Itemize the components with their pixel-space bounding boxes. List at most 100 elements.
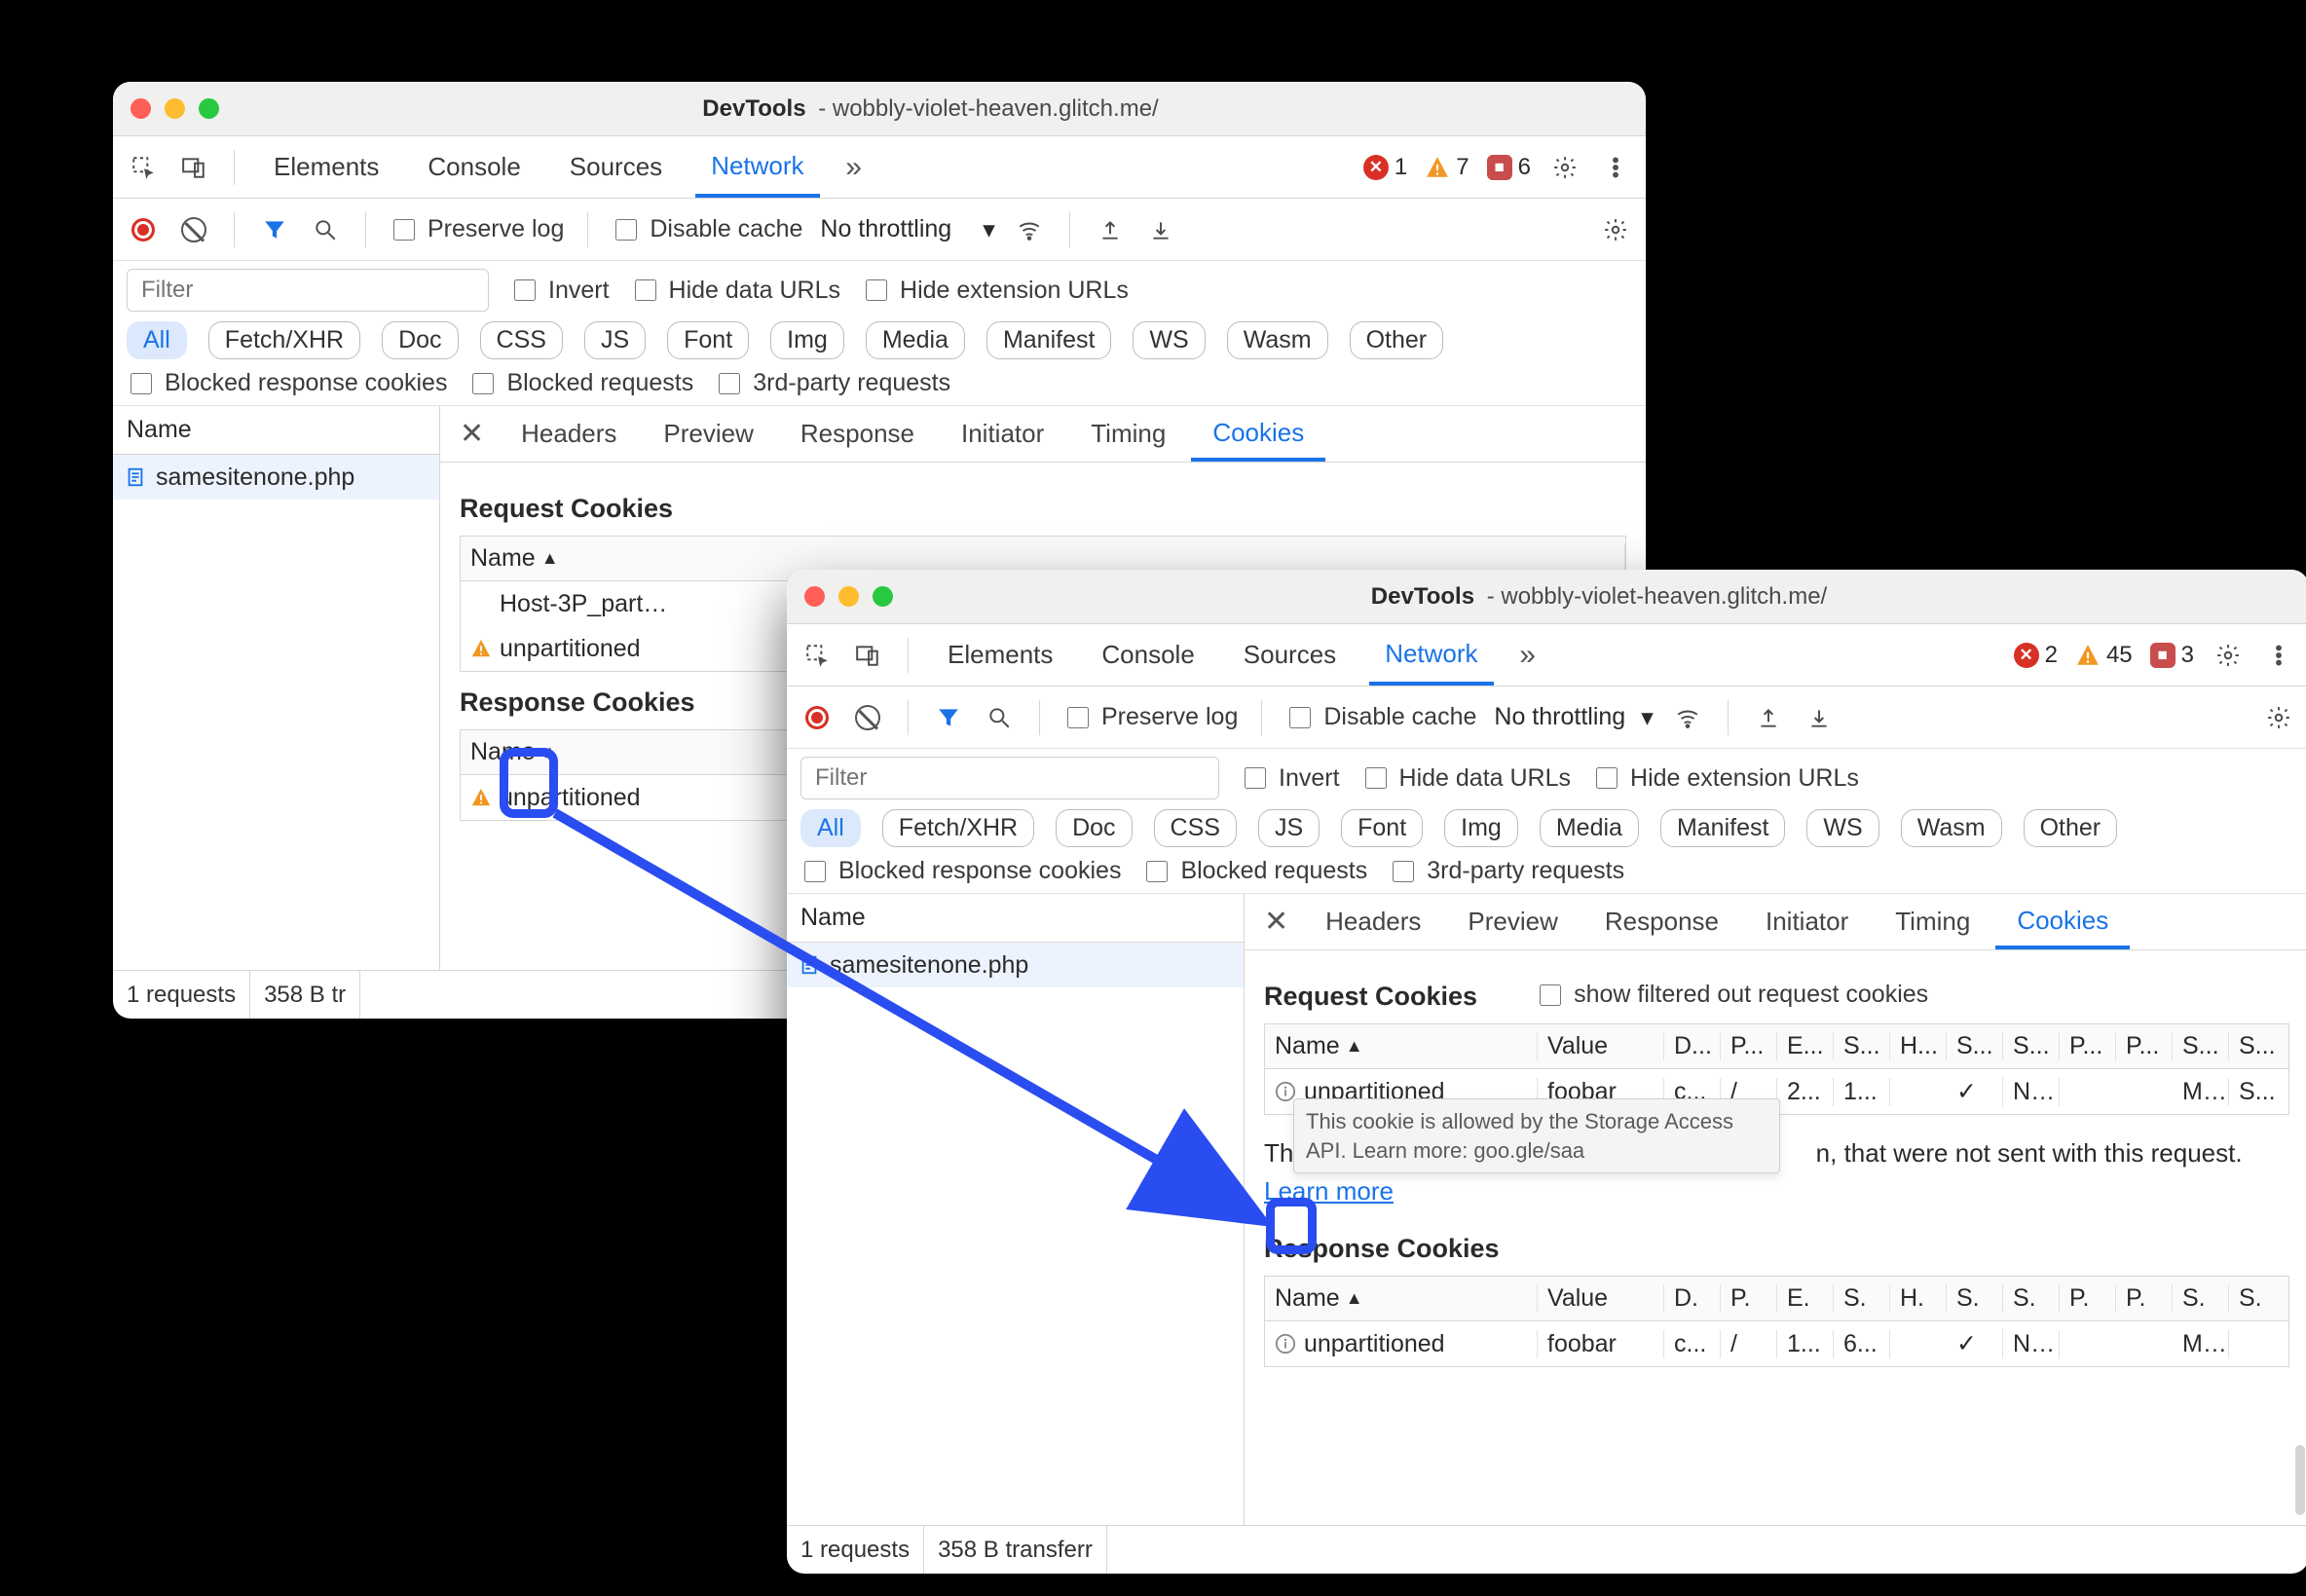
detail-tab-timing[interactable]: Timing xyxy=(1874,895,1991,949)
tab-sources[interactable]: Sources xyxy=(1228,625,1352,686)
tab-console[interactable]: Console xyxy=(1086,625,1209,686)
device-toggle-icon[interactable] xyxy=(177,151,210,184)
blocked-response-cookies-checkbox[interactable]: Blocked response cookies xyxy=(800,857,1121,885)
chip-fetchxhr[interactable]: Fetch/XHR xyxy=(882,809,1034,847)
chip-media[interactable]: Media xyxy=(1540,809,1639,847)
tab-network[interactable]: Network xyxy=(695,137,819,198)
hide-data-urls-checkbox[interactable]: Hide data URLs xyxy=(1361,764,1571,793)
error-count[interactable]: ✕2 xyxy=(2014,641,2058,670)
download-icon[interactable] xyxy=(1803,701,1836,734)
detail-tab-headers[interactable]: Headers xyxy=(500,407,638,462)
chip-doc[interactable]: Doc xyxy=(382,321,458,359)
upload-icon[interactable] xyxy=(1752,701,1785,734)
cookie-row[interactable]: unpartitioned foobar c... / 1... 6... ✓ … xyxy=(1265,1321,2288,1366)
clear-icon[interactable] xyxy=(177,213,210,246)
chip-fetchxhr[interactable]: Fetch/XHR xyxy=(208,321,360,359)
chip-font[interactable]: Font xyxy=(667,321,749,359)
detail-tab-initiator[interactable]: Initiator xyxy=(1744,895,1870,949)
blocked-requests-checkbox[interactable]: Blocked requests xyxy=(1142,857,1367,885)
tab-elements[interactable]: Elements xyxy=(258,137,394,198)
inspect-icon[interactable] xyxy=(127,151,160,184)
traffic-lights[interactable] xyxy=(804,586,893,607)
blocked-response-cookies-checkbox[interactable]: Blocked response cookies xyxy=(127,369,447,397)
chip-ws[interactable]: WS xyxy=(1133,321,1205,359)
preserve-log-checkbox[interactable]: Preserve log xyxy=(1063,703,1238,731)
chip-doc[interactable]: Doc xyxy=(1056,809,1132,847)
network-settings-gear-icon[interactable] xyxy=(1599,213,1632,246)
chip-media[interactable]: Media xyxy=(866,321,965,359)
inspect-icon[interactable] xyxy=(800,639,834,672)
request-row[interactable]: samesitenone.php xyxy=(787,943,1244,987)
detail-tab-response[interactable]: Response xyxy=(1583,895,1740,949)
chip-font[interactable]: Font xyxy=(1341,809,1423,847)
search-icon[interactable] xyxy=(309,213,342,246)
close-window-icon[interactable] xyxy=(130,98,151,119)
close-panel-icon[interactable]: ✕ xyxy=(1252,905,1300,939)
third-party-requests-checkbox[interactable]: 3rd-party requests xyxy=(715,369,950,397)
invert-checkbox[interactable]: Invert xyxy=(510,277,610,305)
disable-cache-checkbox[interactable]: Disable cache xyxy=(1285,703,1476,731)
chip-img[interactable]: Img xyxy=(1444,809,1518,847)
filter-icon[interactable] xyxy=(932,701,965,734)
detail-tab-initiator[interactable]: Initiator xyxy=(940,407,1065,462)
search-icon[interactable] xyxy=(983,701,1016,734)
maximize-window-icon[interactable] xyxy=(873,586,893,607)
wifi-icon[interactable] xyxy=(1671,701,1704,734)
titlebar[interactable]: DevTools - wobbly-violet-heaven.glitch.m… xyxy=(787,570,2306,624)
issue-count[interactable]: ■6 xyxy=(1487,153,1531,182)
detail-tab-preview[interactable]: Preview xyxy=(1446,895,1579,949)
close-panel-icon[interactable]: ✕ xyxy=(448,417,496,451)
filter-input[interactable] xyxy=(800,757,1219,799)
warning-count[interactable]: 7 xyxy=(1425,153,1469,182)
chip-manifest[interactable]: Manifest xyxy=(1660,809,1785,847)
filter-input[interactable] xyxy=(127,269,489,312)
chip-all[interactable]: All xyxy=(800,809,861,847)
chip-other[interactable]: Other xyxy=(2024,809,2118,847)
record-icon[interactable] xyxy=(800,701,834,734)
minimize-window-icon[interactable] xyxy=(165,98,185,119)
chip-img[interactable]: Img xyxy=(770,321,844,359)
tab-sources[interactable]: Sources xyxy=(554,137,678,198)
close-window-icon[interactable] xyxy=(804,586,825,607)
titlebar[interactable]: DevTools - wobbly-violet-heaven.glitch.m… xyxy=(113,82,1646,136)
minimize-window-icon[interactable] xyxy=(838,586,859,607)
kebab-menu-icon[interactable] xyxy=(1599,151,1632,184)
blocked-requests-checkbox[interactable]: Blocked requests xyxy=(468,369,693,397)
name-header[interactable]: Name xyxy=(787,894,1244,943)
info-circle-icon[interactable] xyxy=(1275,1081,1296,1102)
chip-all[interactable]: All xyxy=(127,321,187,359)
more-tabs-icon[interactable]: » xyxy=(837,151,871,184)
chip-manifest[interactable]: Manifest xyxy=(986,321,1111,359)
request-row[interactable]: samesitenone.php xyxy=(113,455,439,500)
detail-tab-cookies[interactable]: Cookies xyxy=(1995,895,2130,949)
settings-gear-icon[interactable] xyxy=(2212,639,2245,672)
download-icon[interactable] xyxy=(1144,213,1177,246)
detail-tab-headers[interactable]: Headers xyxy=(1304,895,1442,949)
tab-console[interactable]: Console xyxy=(412,137,536,198)
chip-ws[interactable]: WS xyxy=(1806,809,1878,847)
name-header[interactable]: Name xyxy=(113,406,439,455)
traffic-lights[interactable] xyxy=(130,98,219,119)
detail-tab-response[interactable]: Response xyxy=(779,407,936,462)
chip-css[interactable]: CSS xyxy=(480,321,563,359)
chip-js[interactable]: JS xyxy=(584,321,646,359)
learn-more-link[interactable]: Learn more xyxy=(1264,1176,1394,1206)
preserve-log-checkbox[interactable]: Preserve log xyxy=(390,215,564,243)
record-icon[interactable] xyxy=(127,213,160,246)
issue-count[interactable]: ■3 xyxy=(2150,641,2194,670)
disable-cache-checkbox[interactable]: Disable cache xyxy=(612,215,802,243)
upload-icon[interactable] xyxy=(1094,213,1127,246)
info-circle-icon[interactable] xyxy=(1275,1333,1296,1355)
settings-gear-icon[interactable] xyxy=(1548,151,1581,184)
hide-data-urls-checkbox[interactable]: Hide data URLs xyxy=(631,277,840,305)
tab-network[interactable]: Network xyxy=(1369,625,1493,686)
detail-tab-cookies[interactable]: Cookies xyxy=(1191,407,1325,462)
maximize-window-icon[interactable] xyxy=(199,98,219,119)
chip-css[interactable]: CSS xyxy=(1154,809,1237,847)
third-party-requests-checkbox[interactable]: 3rd-party requests xyxy=(1389,857,1624,885)
invert-checkbox[interactable]: Invert xyxy=(1241,764,1340,793)
clear-icon[interactable] xyxy=(851,701,884,734)
detail-tab-timing[interactable]: Timing xyxy=(1069,407,1187,462)
throttling-select[interactable]: No throttling▾ xyxy=(1494,703,1653,732)
chip-js[interactable]: JS xyxy=(1258,809,1320,847)
